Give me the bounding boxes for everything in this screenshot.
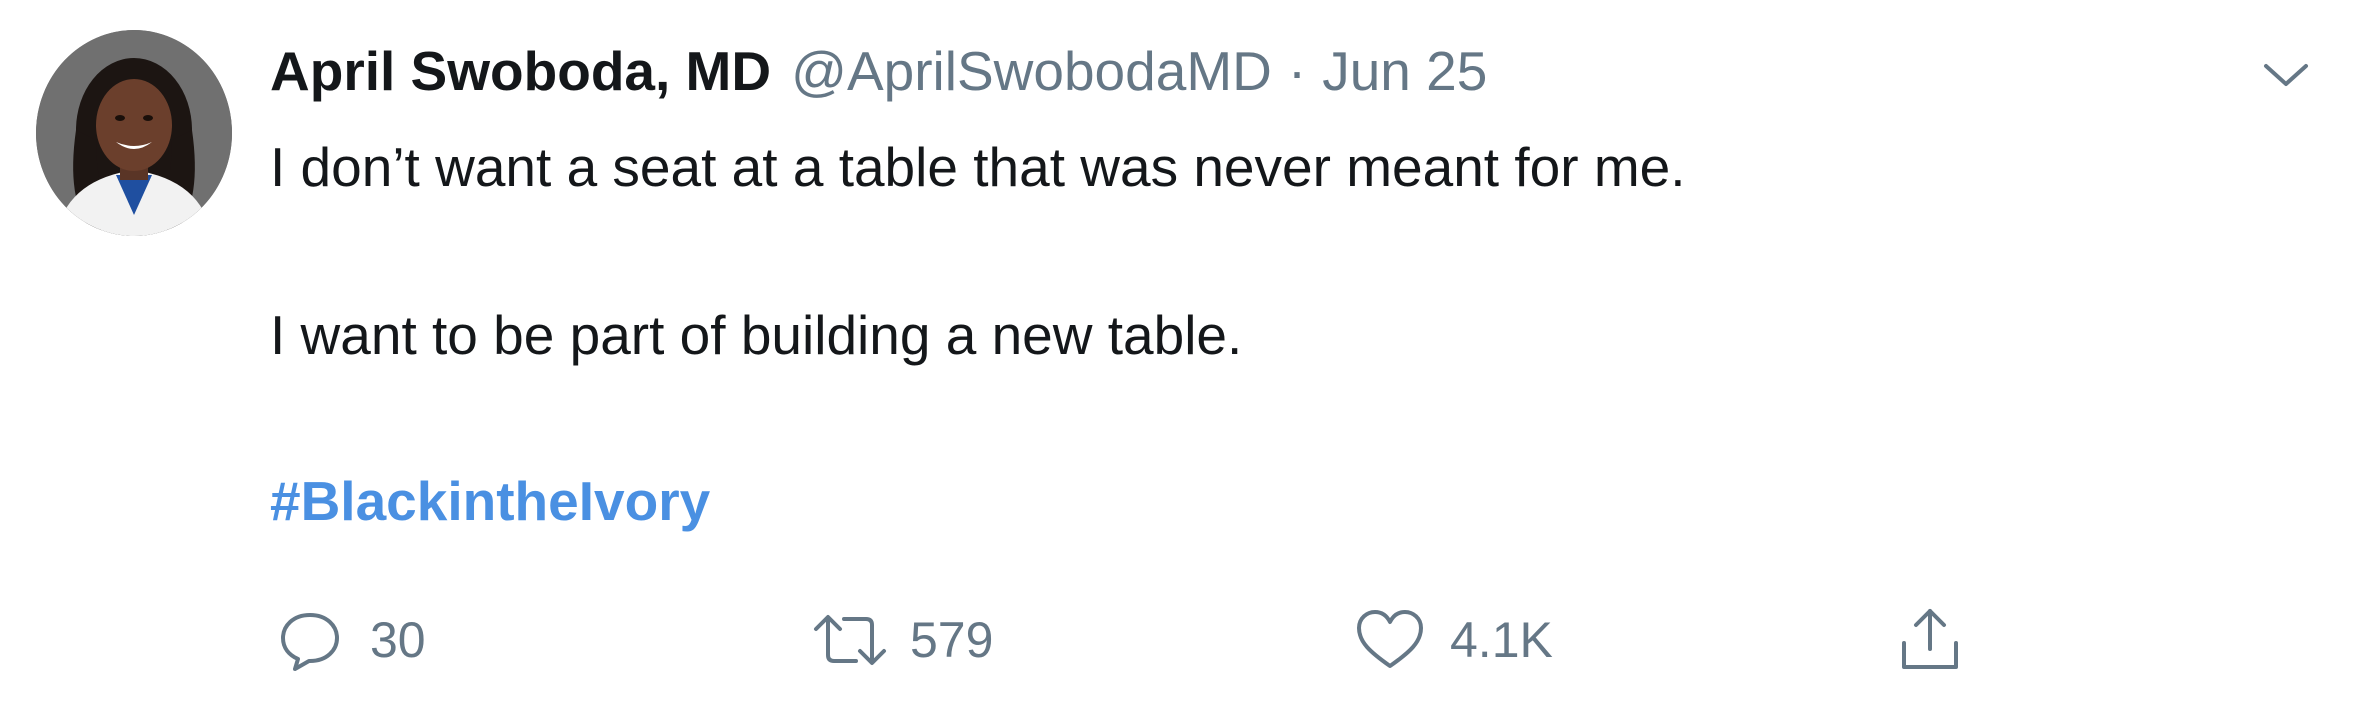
tweet-text-line-2: I want to be part of building a new tabl… bbox=[270, 304, 1243, 366]
share-button[interactable] bbox=[1890, 600, 1970, 680]
author-name[interactable]: April Swoboda, MD bbox=[270, 36, 771, 106]
tweet-text-line-1: I don’t want a seat at a table that was … bbox=[270, 136, 1686, 198]
chevron-down-icon[interactable] bbox=[2256, 56, 2316, 96]
avatar-image bbox=[36, 30, 232, 236]
tweet-date[interactable]: Jun 25 bbox=[1322, 36, 1487, 106]
retweet-button[interactable]: 579 bbox=[810, 600, 993, 680]
reply-icon bbox=[270, 600, 350, 680]
hashtag-link[interactable]: #BlackintheIvory bbox=[270, 466, 710, 536]
avatar[interactable] bbox=[36, 30, 232, 236]
author-handle[interactable]: @AprilSwobodaMD bbox=[791, 36, 1272, 106]
reply-button[interactable]: 30 bbox=[270, 600, 426, 680]
heart-icon bbox=[1350, 600, 1430, 680]
retweet-icon bbox=[810, 600, 890, 680]
tweet: April Swoboda, MD @AprilSwobodaMD · Jun … bbox=[0, 0, 2362, 718]
like-button[interactable]: 4.1K bbox=[1350, 600, 1553, 680]
tweet-header: April Swoboda, MD @AprilSwobodaMD · Jun … bbox=[270, 36, 1487, 106]
like-count: 4.1K bbox=[1450, 612, 1553, 668]
retweet-count: 579 bbox=[910, 612, 994, 668]
share-icon bbox=[1890, 600, 1970, 680]
separator-dot: · bbox=[1287, 40, 1307, 102]
reply-count: 30 bbox=[370, 612, 426, 668]
